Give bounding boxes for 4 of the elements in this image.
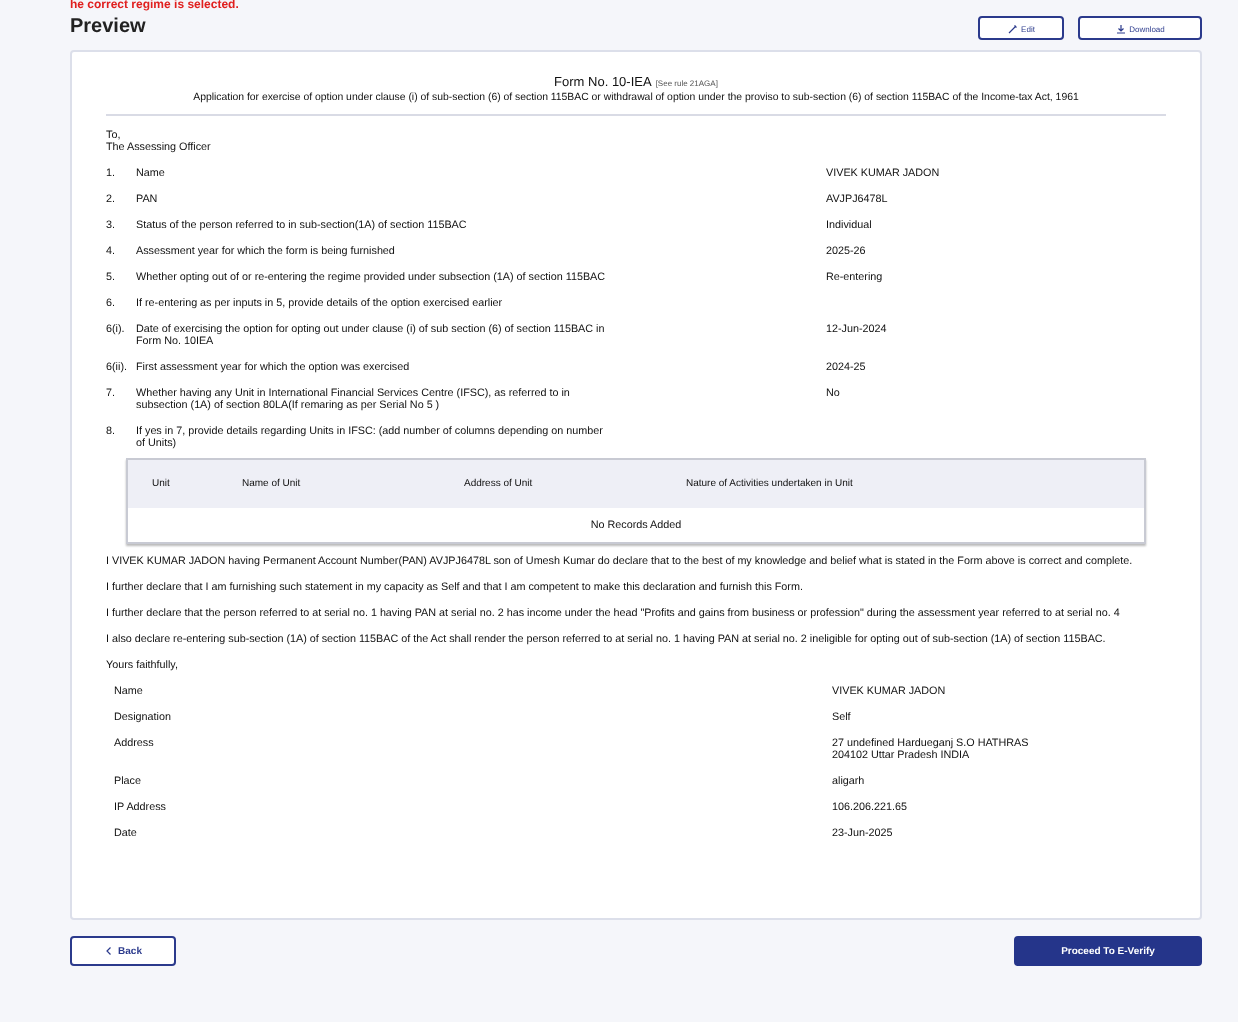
download-icon: [1115, 23, 1126, 33]
page-title: Preview: [70, 16, 146, 40]
pencil-icon: [1007, 23, 1018, 33]
chevron-left-icon: [104, 946, 115, 956]
